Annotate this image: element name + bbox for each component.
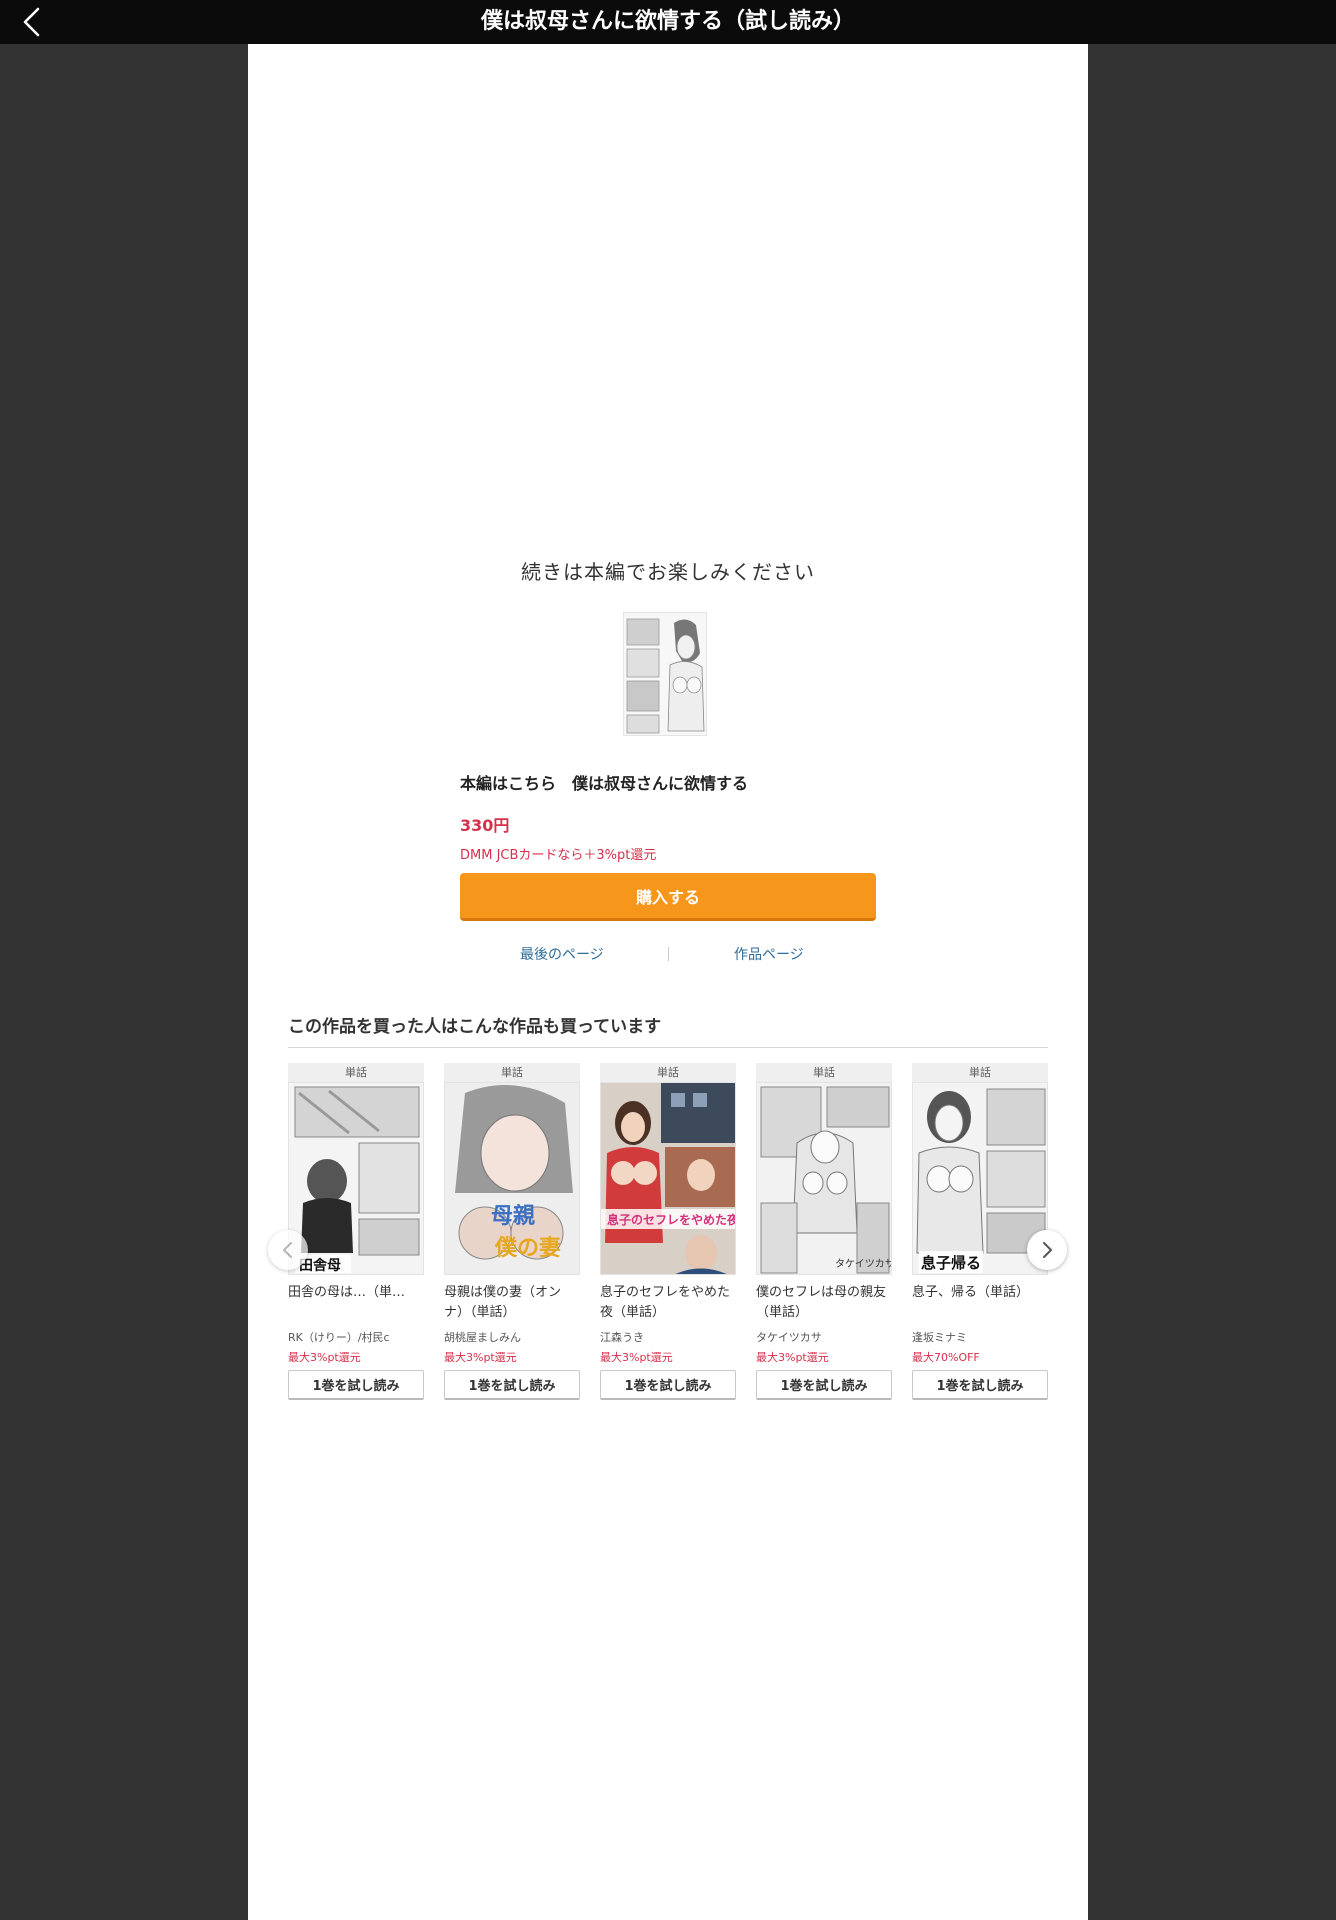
item-title[interactable]: 息子、帰る（単話）: [912, 1283, 1048, 1323]
item-author: タケイツカサ: [756, 1331, 822, 1344]
item-type-badge: 単話: [444, 1063, 580, 1082]
item-cover[interactable]: 田舎母: [288, 1082, 424, 1275]
carousel-prev-button[interactable]: [268, 1230, 308, 1270]
item-promo: 最大3%pt還元: [288, 1351, 361, 1364]
chevron-right-icon: [1043, 1242, 1052, 1258]
item-author: 逢坂ミナミ: [912, 1331, 967, 1344]
cover-art-image: タケイツカサ: [757, 1083, 892, 1274]
price: 330円: [460, 816, 510, 835]
cover-art-image: 母親 僕の妻: [445, 1083, 579, 1274]
item-promo: 最大3%pt還元: [756, 1351, 829, 1364]
item-cover[interactable]: 息子のセフレをやめた夜: [600, 1082, 736, 1275]
recommend-carousel: 単話 田舎母 田舎の母は…（単… RK（けりー）/村民c 最大3%pt還元 1巻…: [288, 1063, 1048, 1400]
reader-end-page: 続きは本編でお楽しみください 本編はこちら 僕は叔母さんに欲情する 330円 D…: [248, 44, 1088, 1920]
chevron-left-icon: [283, 1242, 292, 1258]
item-type-badge: 単話: [288, 1063, 424, 1082]
item-author: 胡桃屋ましみん: [444, 1331, 521, 1344]
svg-text:息子のセフレをやめた夜: 息子のセフレをやめた夜: [607, 1212, 736, 1227]
main-work-cover[interactable]: [623, 612, 707, 736]
item-title[interactable]: 息子のセフレをやめた夜（単話）: [600, 1283, 736, 1323]
item-promo: 最大3%pt還元: [600, 1351, 673, 1364]
svg-text:母親: 母親: [491, 1204, 535, 1229]
trial-read-button[interactable]: 1巻を試し読み: [288, 1370, 424, 1400]
item-type-badge: 単話: [756, 1063, 892, 1082]
work-page-link[interactable]: 作品ページ: [734, 944, 804, 964]
item-cover[interactable]: 母親 僕の妻: [444, 1082, 580, 1275]
cover-art-image: [624, 613, 706, 735]
item-author: RK（けりー）/村民c: [288, 1331, 390, 1344]
jcb-point-note: DMM JCBカードなら＋3%pt還元: [460, 848, 657, 863]
carousel-next-button[interactable]: [1027, 1230, 1067, 1270]
item-promo: 最大3%pt還元: [444, 1351, 517, 1364]
recommend-item[interactable]: 単話 息子帰る 息子、帰る（単話） 逢坂ミナミ 最大70%OFF 1巻を試し読み: [912, 1063, 1048, 1400]
last-page-link[interactable]: 最後のページ: [520, 944, 604, 964]
item-title[interactable]: 田舎の母は…（単…: [288, 1283, 424, 1323]
continue-message: 続きは本編でお楽しみください: [521, 560, 815, 584]
recommend-item[interactable]: 単話 田舎母 田舎の母は…（単… RK（けりー）/村民c 最大3%pt還元 1巻…: [288, 1063, 424, 1400]
cover-art-image: 息子のセフレをやめた夜: [601, 1083, 736, 1274]
recommend-item[interactable]: 単話 息子のセフレをやめた夜 息子のセフレをやめた夜（単話） 江森うき 最大3%…: [600, 1063, 736, 1400]
page-title: 僕は叔母さんに欲情する（試し読み）: [480, 9, 855, 34]
item-author: 江森うき: [600, 1331, 644, 1344]
chevron-left-icon: [23, 7, 40, 37]
top-bar: 僕は叔母さんに欲情する（試し読み）: [0, 0, 1336, 44]
purchase-section: 本編はこちら 僕は叔母さんに欲情する 330円 DMM JCBカードなら＋3%p…: [460, 770, 876, 921]
cover-art-image: 田舎母: [289, 1083, 423, 1274]
main-work-title[interactable]: 本編はこちら 僕は叔母さんに欲情する: [460, 770, 876, 794]
recommend-heading: この作品を買った人はこんな作品も買っています: [288, 1012, 1048, 1048]
svg-text:息子帰る: 息子帰る: [921, 1254, 981, 1272]
item-type-badge: 単話: [600, 1063, 736, 1082]
back-button[interactable]: [14, 4, 50, 40]
item-title[interactable]: 母親は僕の妻（オンナ）（単話）: [444, 1283, 580, 1323]
item-type-badge: 単話: [912, 1063, 1048, 1082]
item-cover[interactable]: タケイツカサ: [756, 1082, 892, 1275]
trial-read-button[interactable]: 1巻を試し読み: [912, 1370, 1048, 1400]
item-promo: 最大70%OFF: [912, 1351, 980, 1364]
trial-read-button[interactable]: 1巻を試し読み: [756, 1370, 892, 1400]
svg-text:タケイツカサ: タケイツカサ: [835, 1258, 892, 1270]
svg-text:僕の妻: 僕の妻: [494, 1235, 561, 1261]
item-title[interactable]: 僕のセフレは母の親友（単話）: [756, 1283, 892, 1323]
buy-button[interactable]: 購入する: [460, 873, 876, 921]
recommend-item[interactable]: 単話 タケイツカサ 僕のセフレは母の親友（単話） タケイツカサ 最大3%pt還元: [756, 1063, 892, 1400]
trial-read-button[interactable]: 1巻を試し読み: [600, 1370, 736, 1400]
recommend-item[interactable]: 単話 母親 僕の妻 母親は僕の妻（オンナ）（単話） 胡桃屋ましみん 最大3%pt…: [444, 1063, 580, 1400]
link-divider: [668, 947, 669, 961]
page-links: 最後のページ 作品ページ: [460, 944, 876, 964]
trial-read-button[interactable]: 1巻を試し読み: [444, 1370, 580, 1400]
